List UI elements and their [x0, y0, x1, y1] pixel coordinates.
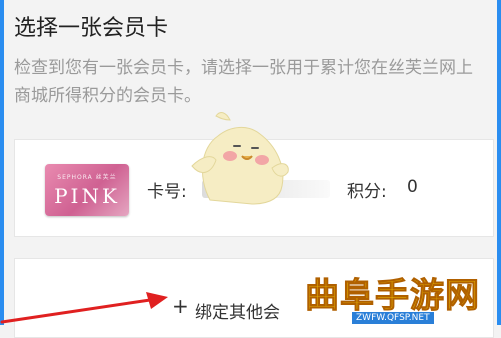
page-description: 检查到您有一张会员卡，请选择一张用于累计您在丝芙兰网上商城所得积分的会员卡。 — [14, 58, 473, 106]
watermark-url: ZWFW.QFSP.NET — [352, 312, 434, 324]
bind-other-card-label: 绑定其他会 — [195, 303, 280, 323]
page-title: 选择一张会员卡 — [14, 16, 169, 41]
watermark-title: 曲阜手游网 — [305, 276, 480, 317]
right-accent-bar — [497, 0, 501, 325]
left-accent-bar — [0, 0, 4, 325]
pink-card-image: SEPHORA 丝芙兰 PINK — [45, 164, 129, 216]
card-number-label: 卡号: — [147, 182, 187, 202]
points-label: 积分: — [347, 182, 387, 202]
points-value: 0 — [407, 177, 418, 197]
plus-icon: + — [172, 294, 189, 318]
red-arrow-icon — [0, 292, 168, 324]
chick-mascot-icon — [191, 112, 289, 205]
card-brand-text: SEPHORA 丝芙兰 — [57, 174, 117, 181]
card-name-text: PINK — [54, 184, 120, 208]
